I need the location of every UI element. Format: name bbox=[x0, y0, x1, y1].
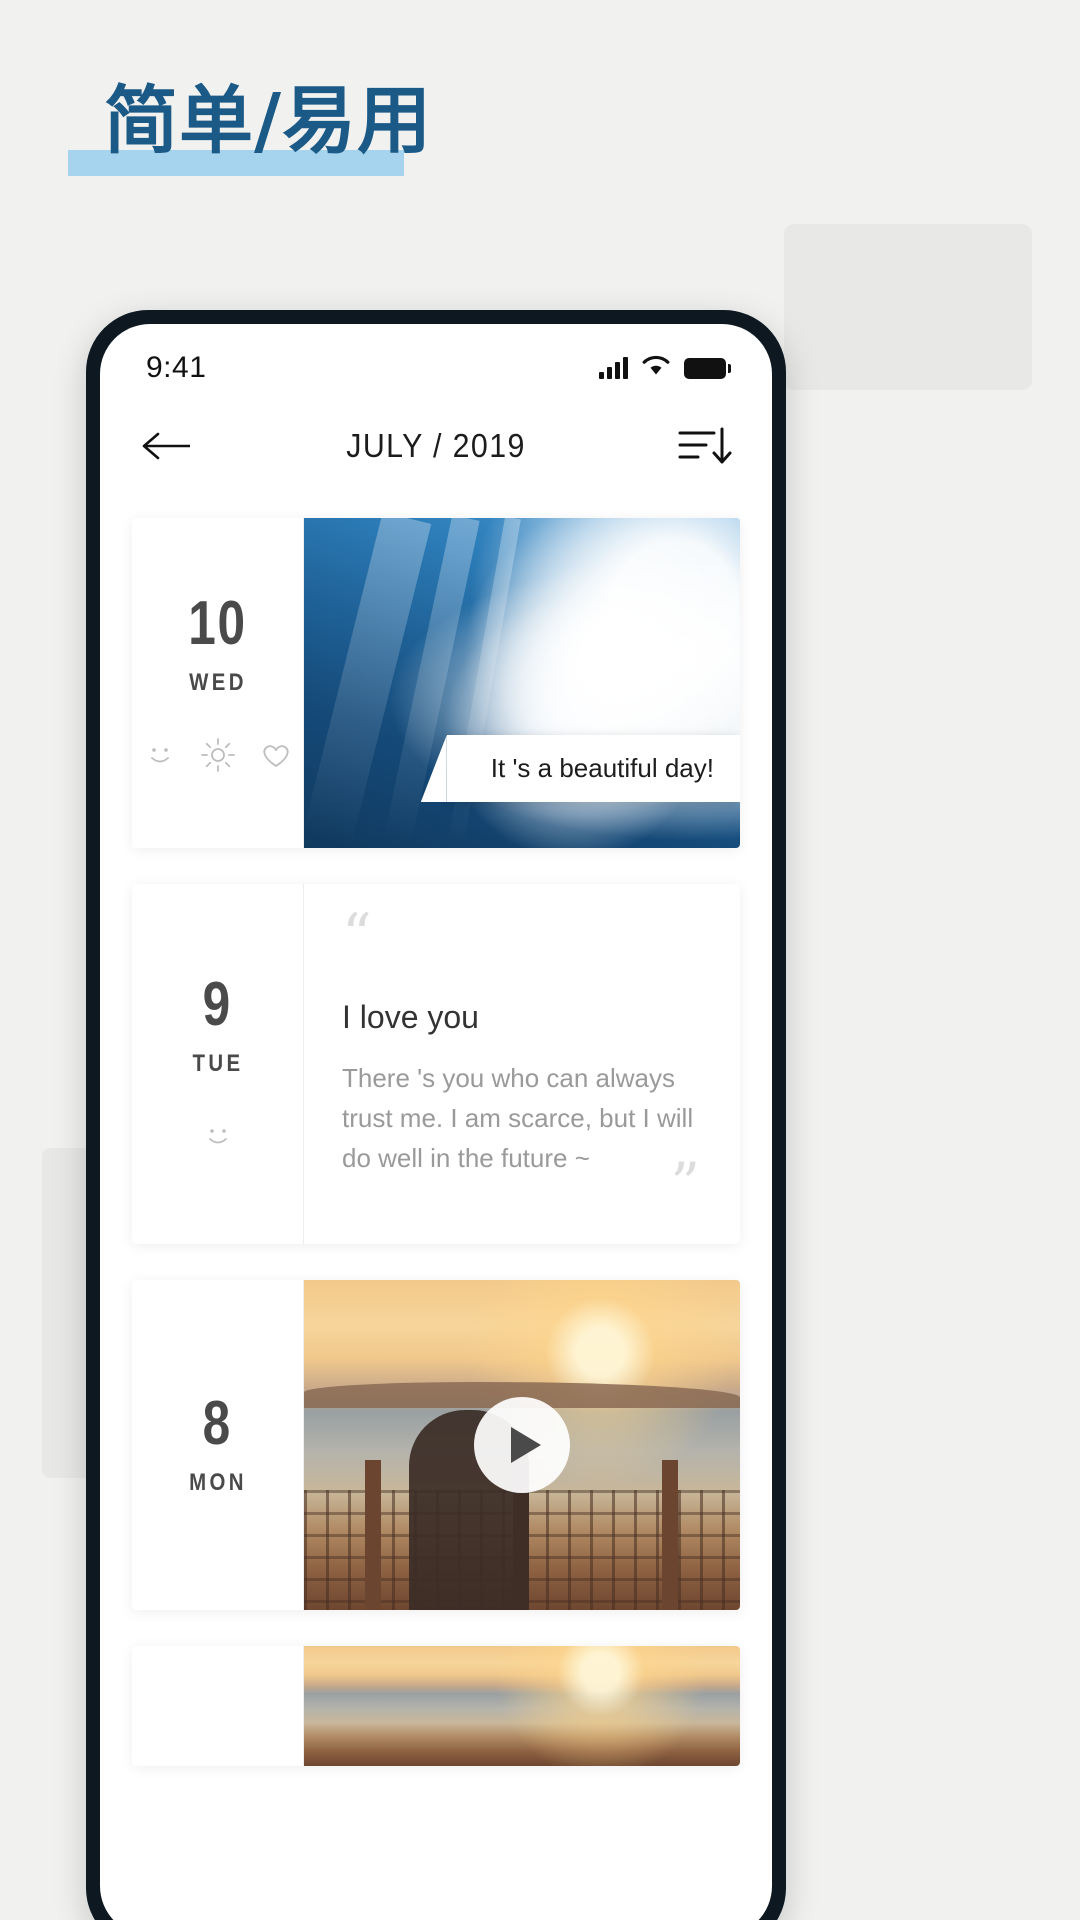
heart-icon[interactable] bbox=[258, 737, 294, 773]
quote-close-mark: ” bbox=[670, 1150, 700, 1219]
entry-media[interactable] bbox=[304, 1280, 740, 1610]
entry-card[interactable]: 10 WED It 's a beautiful day! bbox=[132, 518, 740, 848]
wifi-icon bbox=[641, 355, 671, 382]
decorative-block-top-right bbox=[784, 224, 1032, 390]
phone-screen: 9:41 JULY / 2019 10 WED It 's a beautifu… bbox=[100, 324, 772, 1920]
entry-weekday: WED bbox=[188, 669, 247, 696]
cellular-signal-icon bbox=[599, 357, 628, 379]
entry-quote: “ I love you There 's you who can always… bbox=[304, 884, 740, 1244]
smiley-icon[interactable] bbox=[200, 1118, 236, 1154]
fence-post bbox=[365, 1460, 382, 1610]
phone-mockup: 9:41 JULY / 2019 10 WED It 's a beautifu… bbox=[86, 310, 786, 1920]
entry-feed: 10 WED It 's a beautiful day! 9 TUE “ I … bbox=[100, 494, 772, 1766]
entry-date-column bbox=[132, 1646, 304, 1766]
quote-title: I love you bbox=[342, 998, 479, 1035]
headline-group: 简单/易用 bbox=[68, 68, 433, 176]
photo-caption-bubble: It 's a beautiful day! bbox=[446, 735, 740, 802]
entry-day-number: 8 bbox=[202, 1389, 233, 1458]
sort-descending-icon[interactable] bbox=[676, 424, 732, 468]
sunset-photo bbox=[304, 1646, 740, 1766]
quote-body: “ I love you There 's you who can always… bbox=[304, 884, 740, 1244]
status-bar: 9:41 bbox=[100, 324, 772, 398]
status-time: 9:41 bbox=[146, 351, 207, 384]
entry-mood-icons bbox=[200, 1118, 236, 1154]
page-title: 简单/易用 bbox=[104, 78, 433, 164]
entry-weekday: MON bbox=[188, 1469, 247, 1496]
sun-icon[interactable] bbox=[200, 737, 236, 773]
entry-day-number: 9 bbox=[202, 970, 233, 1039]
entry-mood-icons bbox=[142, 737, 294, 773]
entry-day-number: 10 bbox=[188, 589, 247, 658]
entry-date-column: 10 WED bbox=[132, 518, 304, 848]
battery-icon bbox=[684, 357, 731, 379]
entry-date-column: 8 MON bbox=[132, 1280, 304, 1610]
entry-card[interactable]: 9 TUE “ I love you There 's you who can … bbox=[132, 884, 740, 1244]
status-icons bbox=[599, 355, 731, 382]
entry-media[interactable] bbox=[304, 1646, 740, 1766]
entry-date-column: 9 TUE bbox=[132, 884, 304, 1244]
quote-open-mark: “ bbox=[342, 901, 372, 969]
entry-card[interactable] bbox=[132, 1646, 740, 1766]
quote-text: There 's you who can always trust me. I … bbox=[342, 1062, 694, 1174]
fence-post bbox=[661, 1460, 678, 1610]
entry-card[interactable]: 8 MON bbox=[132, 1280, 740, 1610]
nav-bar: JULY / 2019 bbox=[100, 398, 772, 494]
entry-media[interactable]: It 's a beautiful day! bbox=[303, 518, 740, 848]
nav-title: JULY / 2019 bbox=[346, 427, 526, 464]
smiley-icon[interactable] bbox=[142, 737, 178, 773]
entry-weekday: TUE bbox=[192, 1050, 243, 1077]
page-root: 简单/易用 9:41 JULY / 2019 10 WED It 's a be… bbox=[0, 0, 1080, 1920]
play-icon[interactable] bbox=[474, 1397, 570, 1493]
